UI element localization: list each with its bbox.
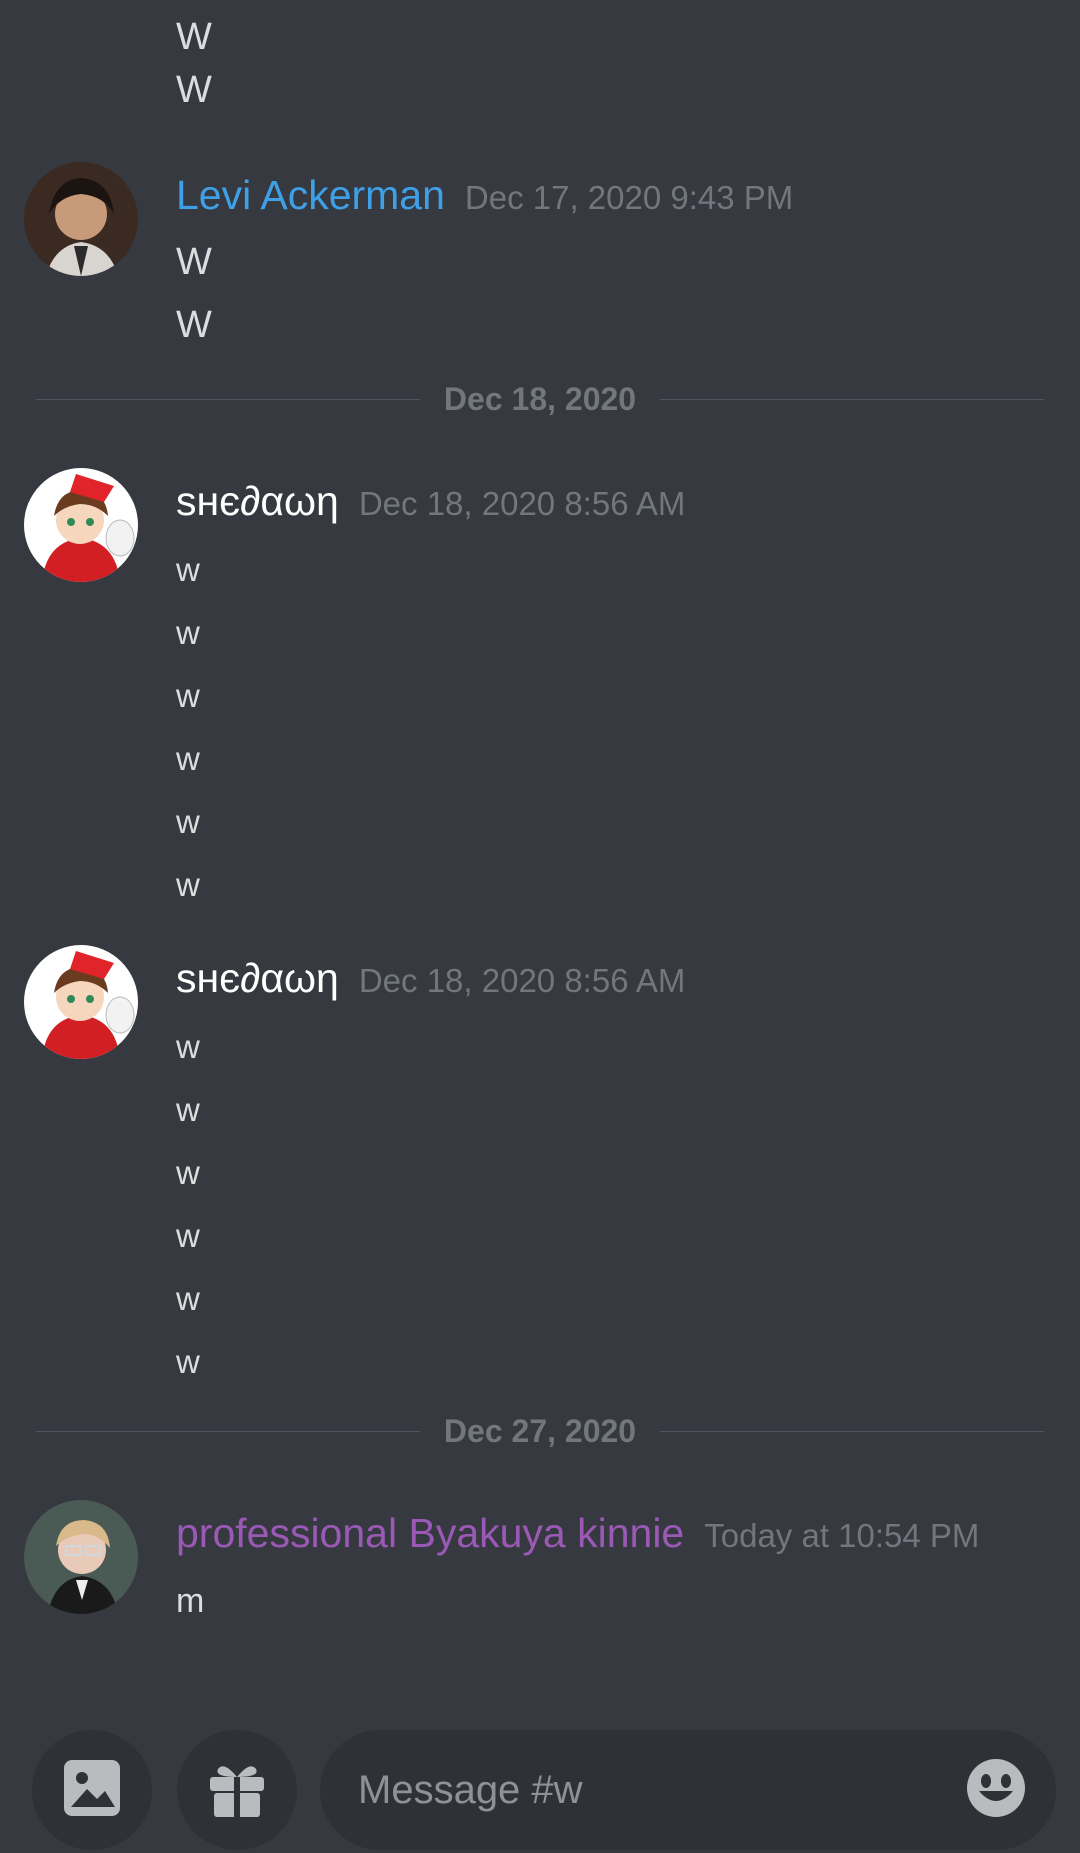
emoji-button[interactable]	[936, 1730, 1056, 1850]
upload-image-button[interactable]	[32, 1730, 152, 1850]
divider-rule	[660, 1430, 1044, 1432]
message-composer	[0, 1718, 1080, 1853]
message-line: W	[176, 241, 212, 283]
gift-icon	[206, 1757, 268, 1824]
message-line: w	[176, 614, 200, 651]
message-line: w	[176, 1343, 200, 1380]
message-timestamp: Dec 17, 2020 9:43 PM	[464, 179, 794, 216]
divider-label: Dec 27, 2020	[443, 1412, 637, 1449]
message-line: w	[176, 1280, 200, 1317]
message-line: W	[176, 16, 212, 58]
message-line: w	[176, 551, 200, 588]
message-line: W	[176, 69, 212, 111]
message-line: w	[176, 1028, 200, 1065]
message-line: W	[176, 304, 212, 346]
author-name[interactable]: ѕнє∂αωη	[176, 955, 339, 1002]
message-line: w	[176, 740, 200, 777]
message-line: w	[176, 677, 200, 714]
chat-view: W W Levi Ackerman Dec 17, 2020 9:43 PM W…	[0, 0, 1080, 1853]
avatar[interactable]	[24, 468, 138, 582]
gift-button[interactable]	[177, 1730, 297, 1850]
date-divider: Dec 18, 2020	[36, 379, 1044, 419]
author-name[interactable]: Levi Ackerman	[176, 172, 445, 219]
avatar[interactable]	[24, 162, 138, 276]
message-input-wrapper	[320, 1730, 1056, 1850]
message-input[interactable]	[320, 1767, 936, 1813]
divider-rule	[660, 398, 1044, 400]
message-timestamp: Dec 18, 2020 8:56 AM	[358, 962, 686, 999]
message-timestamp: Today at 10:54 PM	[704, 1517, 980, 1554]
message-line: w	[176, 1217, 200, 1254]
image-icon	[61, 1757, 123, 1824]
avatar[interactable]	[24, 945, 138, 1059]
message-timestamp: Dec 18, 2020 8:56 AM	[358, 485, 686, 522]
emoji-icon	[965, 1757, 1027, 1824]
date-divider: Dec 27, 2020	[36, 1411, 1044, 1451]
divider-label: Dec 18, 2020	[443, 380, 637, 417]
message-line: w	[176, 866, 200, 903]
message-line: w	[176, 803, 200, 840]
message-line: w	[176, 1091, 200, 1128]
message-line: m	[176, 1582, 205, 1620]
author-name[interactable]: ѕнє∂αωη	[176, 478, 339, 525]
divider-rule	[36, 1430, 420, 1432]
avatar[interactable]	[24, 1500, 138, 1614]
author-name[interactable]: professional Byakuya kinnie	[176, 1510, 684, 1557]
message-line: w	[176, 1154, 200, 1191]
divider-rule	[36, 398, 420, 400]
